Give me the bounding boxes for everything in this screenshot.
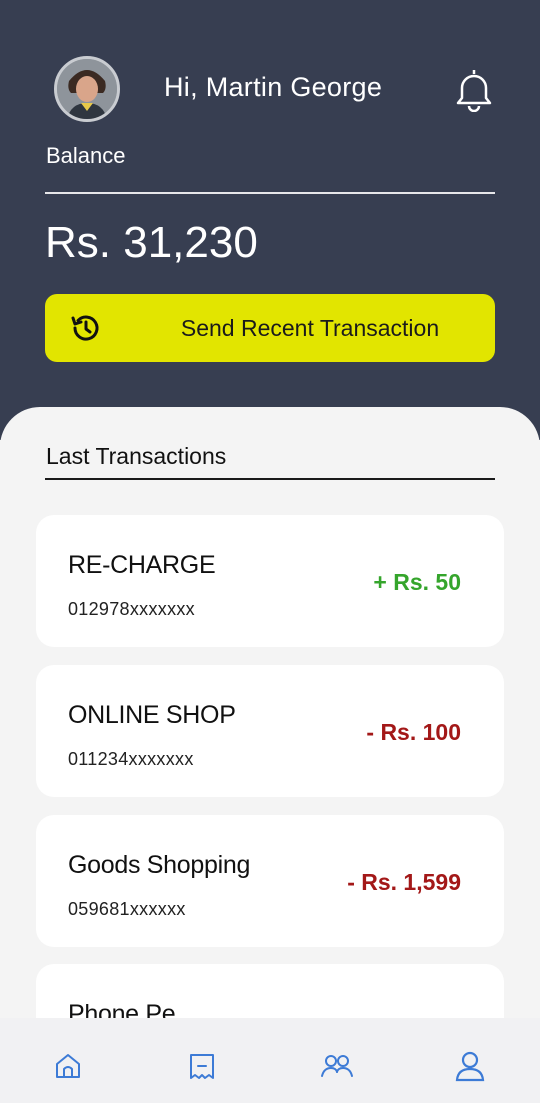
balance-amount: Rs. 31,230 <box>45 218 258 267</box>
transaction-card[interactable]: RE-CHARGE 012978xxxxxxx + Rs. 50 <box>36 515 504 647</box>
transaction-amount: - Rs. 1,599 <box>347 869 461 895</box>
transaction-title: RE-CHARGE <box>68 551 216 579</box>
send-button-label: Send Recent Transaction <box>180 314 440 341</box>
transaction-amount: + Rs. 50 <box>373 569 461 595</box>
section-title: Last Transactions <box>46 443 227 469</box>
send-recent-transaction-button[interactable]: Send Recent Transaction <box>45 294 495 362</box>
transaction-account: 011234xxxxxxx <box>68 749 194 769</box>
divider <box>45 192 495 194</box>
greeting-text: Hi, Martin George <box>164 72 383 102</box>
transaction-card[interactable]: Goods Shopping 059681xxxxxx - Rs. 1,599 <box>36 815 504 947</box>
home-icon[interactable] <box>52 1050 84 1082</box>
history-icon <box>69 312 101 344</box>
bell-icon[interactable] <box>454 66 494 113</box>
transaction-account: 059681xxxxxx <box>68 899 186 919</box>
profile-icon[interactable] <box>454 1050 486 1082</box>
avatar[interactable] <box>54 56 120 122</box>
balance-label: Balance <box>46 143 126 168</box>
transaction-account: 012978xxxxxxx <box>68 599 195 619</box>
transaction-title: Goods Shopping <box>68 851 251 879</box>
divider <box>45 478 495 480</box>
transaction-card[interactable]: ONLINE SHOP 011234xxxxxxx - Rs. 100 <box>36 665 504 797</box>
bottom-nav <box>0 1018 540 1103</box>
receipt-icon[interactable] <box>186 1050 218 1082</box>
group-icon[interactable] <box>320 1050 353 1082</box>
transaction-title: ONLINE SHOP <box>68 701 236 729</box>
header: Hi, Martin George Balance Rs. 31,230 Sen… <box>0 0 540 440</box>
transaction-amount: - Rs. 100 <box>366 719 461 745</box>
